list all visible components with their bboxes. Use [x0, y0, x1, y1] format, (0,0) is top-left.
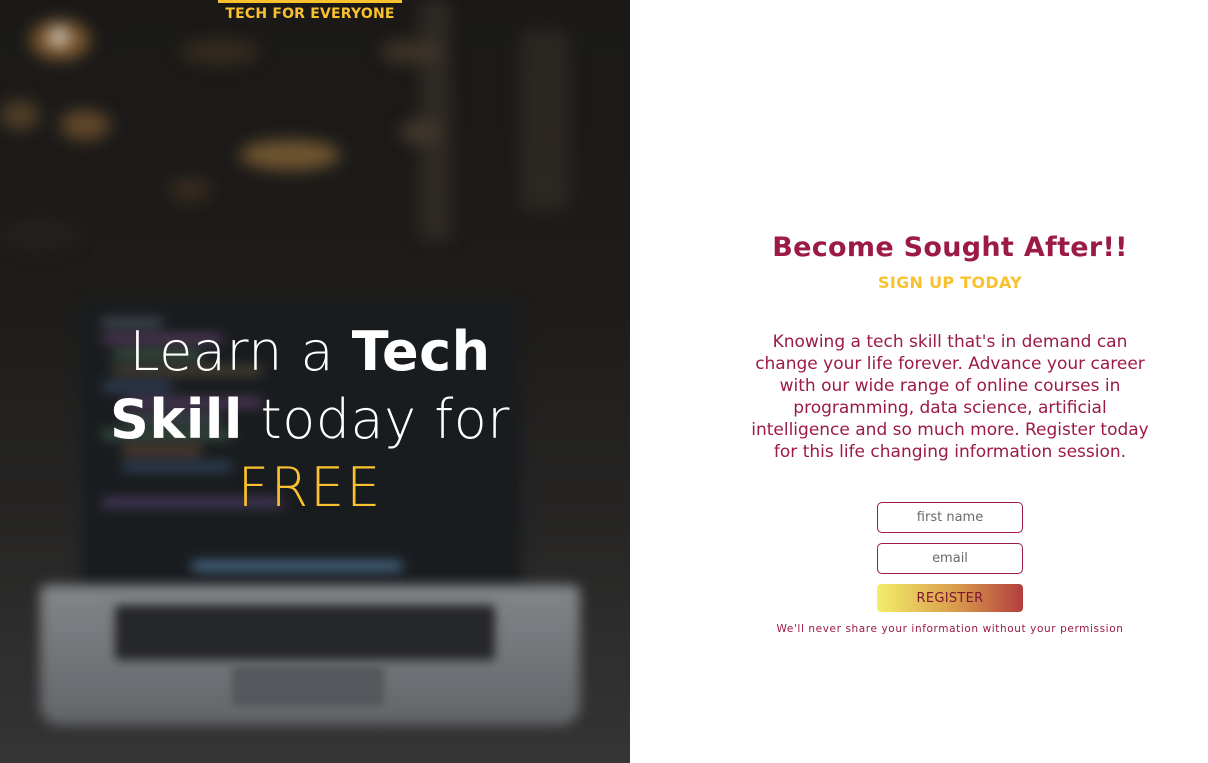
headline-emphasis-skill: Skill: [110, 388, 243, 451]
signup-subtitle: SIGN UP TODAY: [878, 273, 1022, 292]
email-input[interactable]: [877, 543, 1023, 574]
brand-logo-bar: [218, 0, 402, 3]
signup-title: Become Sought After!!: [772, 232, 1128, 263]
headline-emphasis-tech: Tech: [351, 320, 491, 383]
brand-tagline: TECH FOR EVERYONE: [225, 6, 395, 22]
headline-text: Learn a: [129, 320, 352, 383]
signup-description: Knowing a tech skill that's in demand ca…: [751, 332, 1149, 462]
signup-section: Become Sought After!! SIGN UP TODAY Know…: [630, 0, 1208, 763]
headline-accent-free: FREE: [237, 456, 383, 519]
privacy-note: We'll never share your information witho…: [776, 623, 1124, 635]
hero-section: TECH FOR EVERYONE Learn a Tech Skill tod…: [0, 0, 630, 763]
hero-headline: Learn a Tech Skill today for FREE: [60, 318, 560, 522]
first-name-input[interactable]: [877, 502, 1023, 533]
register-button[interactable]: REGISTER: [877, 584, 1023, 612]
headline-text: today for: [242, 388, 510, 451]
